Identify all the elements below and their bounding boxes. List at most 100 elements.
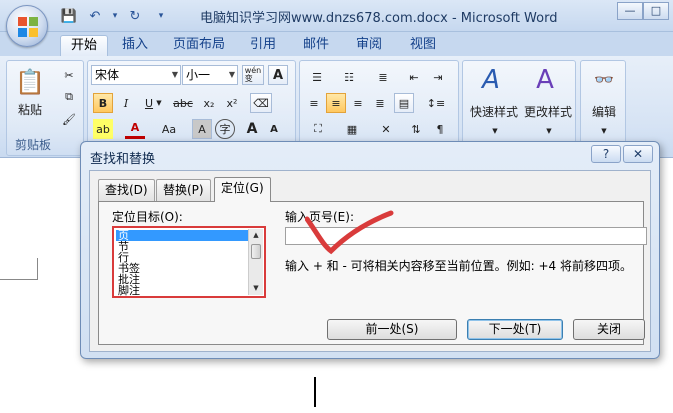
- next-button[interactable]: 下一处(T): [467, 319, 563, 340]
- tab-goto[interactable]: 定位(G): [214, 177, 271, 202]
- close-icon[interactable]: ✕: [623, 145, 653, 163]
- clipboard-group: 📋 粘贴 ✂ ⧉ 🖌 剪贴板: [6, 60, 84, 156]
- subscript-button[interactable]: x₂: [199, 93, 219, 113]
- chevron-down-icon[interactable]: ▼: [154, 93, 164, 113]
- tab-page-layout[interactable]: 页面布局: [163, 35, 235, 56]
- goto-target-items: 页 节 行 书签 批注 脚注: [116, 230, 248, 296]
- redo-icon[interactable]: ↻: [124, 7, 146, 25]
- editing-label[interactable]: 编辑: [583, 103, 625, 120]
- red-checkmark-annotation: [305, 210, 394, 255]
- office-button[interactable]: [6, 5, 48, 47]
- goto-hint: 输入 + 和 - 可将相关内容移至当前位置。例如: +4 将前移四项。: [285, 259, 633, 273]
- shrink-font-button[interactable]: A: [264, 119, 284, 139]
- office-logo-icon: [18, 17, 38, 37]
- chevron-down-icon[interactable]: ▼: [485, 121, 505, 141]
- decrease-indent-icon[interactable]: ⇤: [404, 67, 424, 87]
- undo-dropdown-icon[interactable]: ▾: [110, 7, 120, 25]
- help-icon[interactable]: ?: [591, 145, 621, 163]
- multilevel-list-icon[interactable]: ≣: [370, 67, 396, 87]
- scroll-up-icon[interactable]: ▲: [249, 229, 263, 242]
- restore-button[interactable]: □: [643, 2, 669, 20]
- superscript-button[interactable]: x²: [222, 93, 242, 113]
- chevron-down-icon: ▼: [171, 70, 178, 79]
- list-scrollbar[interactable]: ▲ ▼: [248, 229, 263, 295]
- shading-icon[interactable]: ⛶: [304, 119, 332, 139]
- text-cursor: [314, 377, 316, 407]
- goto-target-label: 定位目标(O):: [112, 210, 183, 224]
- line-spacing-icon[interactable]: ↕≡: [422, 93, 450, 113]
- enclose-char-button[interactable]: 字: [215, 119, 235, 139]
- minimize-button[interactable]: —: [617, 2, 643, 20]
- italic-button[interactable]: I: [116, 93, 136, 113]
- window-title: 电脑知识学习网www.dnzs678.com.docx - Microsoft …: [200, 11, 558, 26]
- customize-qat-icon[interactable]: ▾: [150, 7, 172, 25]
- strikethrough-button[interactable]: abc: [171, 93, 195, 113]
- distributed-icon[interactable]: ▤: [394, 93, 414, 113]
- tab-references[interactable]: 引用: [240, 35, 286, 56]
- highlight-button[interactable]: ab: [93, 119, 113, 139]
- quick-styles-icon[interactable]: A: [475, 65, 507, 95]
- font-size-combo[interactable]: 小一 ▼: [182, 65, 238, 85]
- clipboard-group-label: 剪贴板: [15, 138, 52, 152]
- increase-indent-icon[interactable]: ⇥: [428, 67, 448, 87]
- numbering-icon[interactable]: ☷: [336, 67, 362, 87]
- goto-target-list[interactable]: 页 节 行 书签 批注 脚注 ▲ ▼: [112, 226, 266, 298]
- previous-button[interactable]: 前一处(S): [327, 319, 457, 340]
- close-button[interactable]: 关闭: [573, 319, 645, 340]
- font-size-value: 小一: [186, 68, 211, 82]
- save-icon[interactable]: 💾: [58, 7, 80, 25]
- undo-icon[interactable]: ↶: [84, 7, 106, 25]
- dialog-body: 查找(D) 替换(P) 定位(G) 定位目标(O): 页 节 行 书签 批注 脚…: [89, 170, 651, 352]
- list-item[interactable]: 页: [116, 230, 248, 241]
- paste-icon[interactable]: 📋: [15, 65, 45, 99]
- format-painter-icon[interactable]: 🖌: [59, 109, 79, 129]
- clear-format-icon[interactable]: ⌫: [250, 93, 272, 113]
- tab-replace[interactable]: 替换(P): [156, 179, 211, 201]
- find-binoculars-icon[interactable]: 👓: [592, 67, 616, 91]
- align-right-icon[interactable]: ≡: [348, 93, 368, 113]
- font-color-button[interactable]: A: [125, 119, 145, 139]
- cut-icon[interactable]: ✂: [59, 65, 79, 85]
- quick-styles-label[interactable]: 快速样式: [469, 103, 519, 120]
- change-styles-icon[interactable]: A: [529, 65, 561, 95]
- justify-icon[interactable]: ≣: [370, 93, 390, 113]
- quick-access-toolbar: 💾 ↶ ▾ ↻ ▾: [58, 7, 172, 25]
- change-case-button[interactable]: Aa: [157, 119, 181, 139]
- ribbon-tab-strip: 开始 插入 页面布局 引用 邮件 审阅 视图: [0, 32, 673, 56]
- align-left-icon[interactable]: ≡: [304, 93, 324, 113]
- dialog-title-buttons: ? ✕: [591, 145, 653, 163]
- scroll-thumb[interactable]: [251, 244, 261, 259]
- show-marks-icon[interactable]: ¶: [430, 119, 450, 139]
- scroll-down-icon[interactable]: ▼: [249, 282, 263, 295]
- tab-view[interactable]: 视图: [400, 35, 446, 56]
- dialog-title: 查找和替换: [90, 152, 156, 167]
- borders-icon[interactable]: ▦: [338, 119, 366, 139]
- phonetic-guide-button[interactable]: wén 变: [242, 65, 264, 85]
- paste-label[interactable]: 粘贴: [13, 101, 47, 118]
- bold-button[interactable]: B: [93, 93, 113, 113]
- font-name-value: 宋体: [95, 68, 120, 82]
- char-border-button[interactable]: A: [268, 65, 288, 85]
- tab-mailings[interactable]: 邮件: [293, 35, 339, 56]
- margin-marker: [0, 258, 38, 280]
- list-item[interactable]: 节: [116, 241, 248, 252]
- copy-icon[interactable]: ⧉: [59, 87, 79, 107]
- chevron-down-icon[interactable]: ▼: [539, 121, 559, 141]
- list-item[interactable]: 脚注: [116, 285, 248, 296]
- window-controls: — □: [617, 2, 669, 20]
- char-shading-button[interactable]: A: [192, 119, 212, 139]
- sort-icon[interactable]: ⇅: [406, 119, 426, 139]
- chinese-layout-icon[interactable]: ✕: [372, 119, 400, 139]
- bullets-icon[interactable]: ☰: [304, 67, 330, 87]
- chevron-down-icon[interactable]: ▼: [594, 121, 614, 141]
- tab-find[interactable]: 查找(D): [98, 179, 155, 201]
- align-center-icon[interactable]: ≡: [326, 93, 346, 113]
- grow-font-button[interactable]: A: [242, 119, 262, 139]
- tab-home[interactable]: 开始: [60, 35, 109, 56]
- font-name-combo[interactable]: 宋体 ▼: [91, 65, 181, 85]
- title-bar: 💾 ↶ ▾ ↻ ▾ 电脑知识学习网www.dnzs678.com.docx - …: [0, 0, 673, 32]
- change-styles-label[interactable]: 更改样式: [521, 103, 575, 120]
- chevron-down-icon: ▼: [228, 70, 235, 79]
- tab-insert[interactable]: 插入: [112, 35, 158, 56]
- tab-review[interactable]: 审阅: [346, 35, 392, 56]
